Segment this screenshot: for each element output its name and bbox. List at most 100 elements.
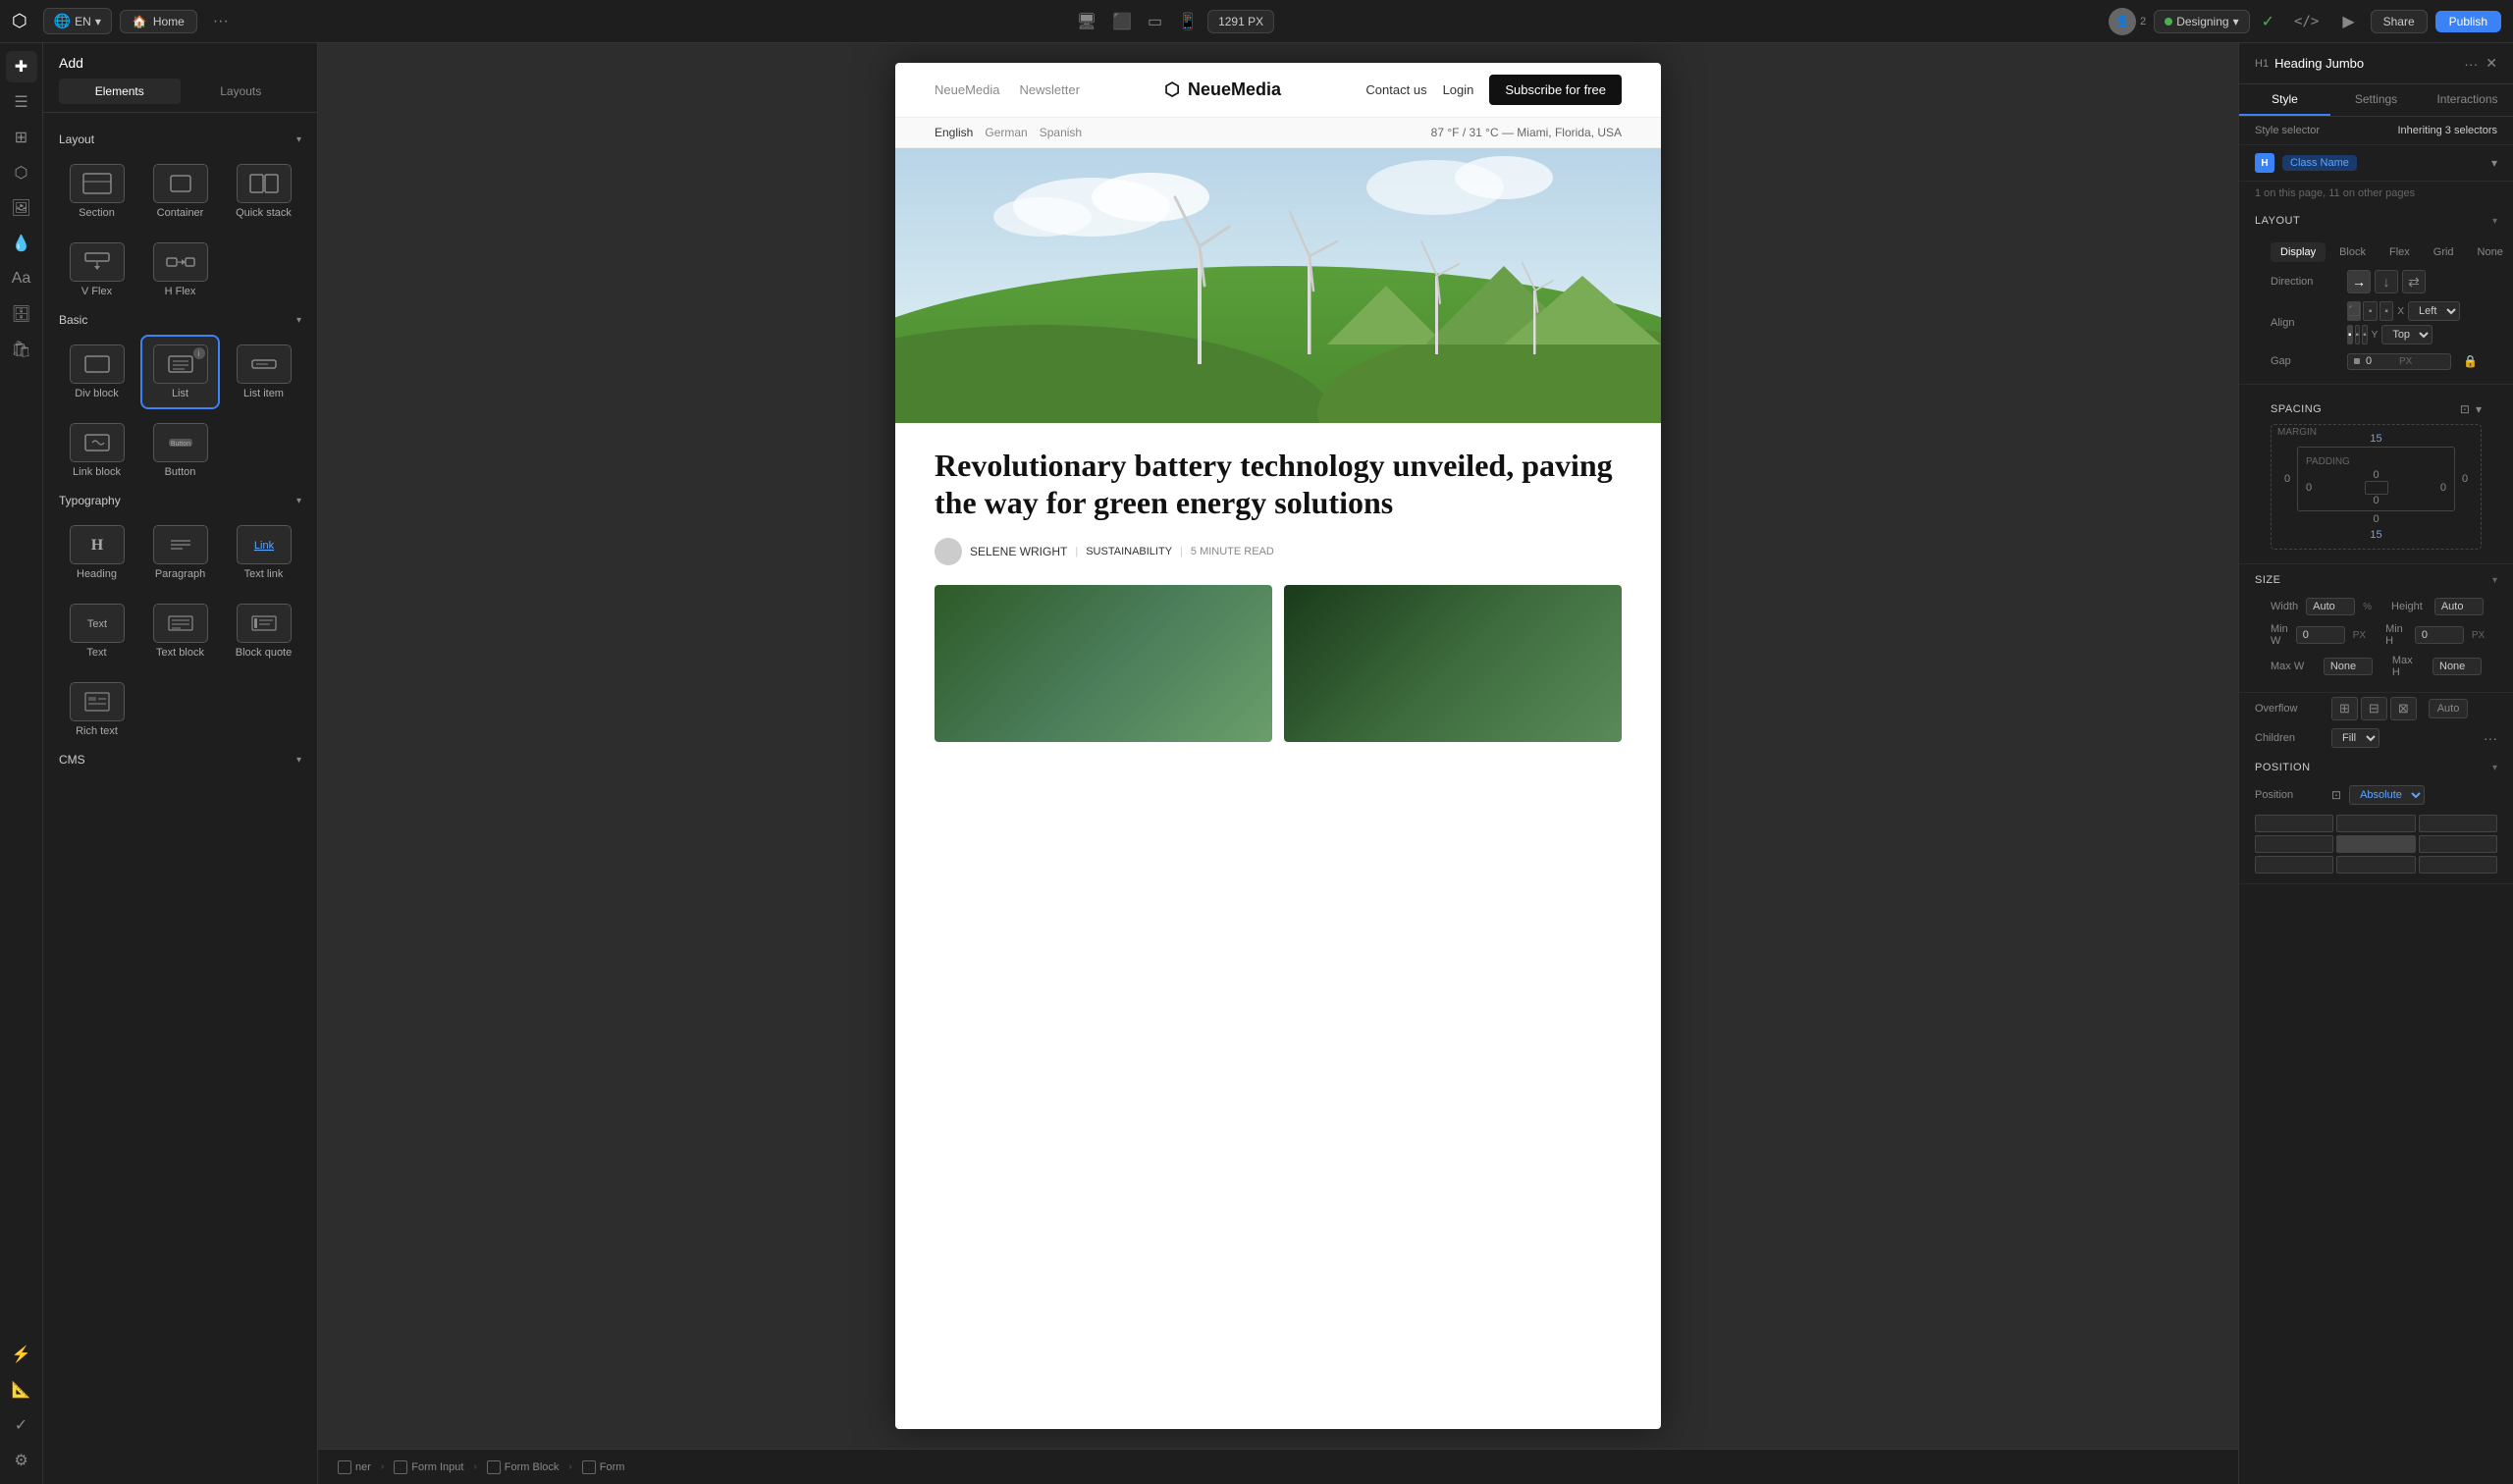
mobile-icon[interactable]: 📱 bbox=[1172, 8, 1203, 35]
textblock-element[interactable]: Text block bbox=[142, 596, 218, 666]
display-btn-display[interactable]: Display bbox=[2271, 242, 2326, 262]
children-select[interactable]: Fill bbox=[2331, 728, 2379, 748]
webflow-logo[interactable]: ⬡ bbox=[12, 11, 27, 31]
gap-lock-icon[interactable]: 🔒 bbox=[2459, 352, 2482, 370]
subscribe-button[interactable]: Subscribe for free bbox=[1489, 75, 1622, 105]
maxw-input[interactable] bbox=[2324, 658, 2373, 675]
nav-contact-link[interactable]: Contact us bbox=[1365, 82, 1426, 97]
align-vmid-icon[interactable]: ▪ bbox=[2355, 325, 2361, 344]
display-btn-block[interactable]: Block bbox=[2329, 242, 2376, 262]
align-right-icon[interactable]: ▪ bbox=[2379, 301, 2393, 321]
quickstack-element[interactable]: Quick stack bbox=[226, 156, 301, 227]
cms-icon[interactable]: 🗄 bbox=[6, 298, 37, 330]
tablet-landscape-icon[interactable]: ⬛ bbox=[1106, 8, 1138, 35]
navigator-icon[interactable]: ☰ bbox=[6, 86, 37, 118]
pos-btn-tl[interactable] bbox=[2255, 815, 2333, 832]
pos-btn-mr[interactable] bbox=[2419, 835, 2497, 853]
search-icon[interactable]: ⊞ bbox=[6, 122, 37, 153]
mode-selector[interactable]: Designing ▾ bbox=[2154, 10, 2249, 33]
class-dropdown-icon[interactable]: ▾ bbox=[2491, 156, 2497, 170]
minh-input[interactable] bbox=[2415, 626, 2464, 644]
divblock-element[interactable]: Div block bbox=[59, 337, 134, 407]
breakpoints-icon[interactable]: 📐 bbox=[6, 1374, 37, 1405]
add-elements-icon[interactable]: ✚ bbox=[6, 51, 37, 82]
padding-bottom[interactable]: 0 bbox=[2306, 495, 2446, 506]
pos-btn-mc[interactable] bbox=[2336, 835, 2415, 853]
textlink-element[interactable]: Link Text link bbox=[226, 517, 301, 588]
vflex-element[interactable]: V Flex bbox=[59, 235, 134, 305]
pos-btn-tr[interactable] bbox=[2419, 815, 2497, 832]
align-left-icon[interactable]: ⬛ bbox=[2347, 301, 2361, 321]
padding-right[interactable]: 0 bbox=[2440, 482, 2446, 494]
overflow-auto-btn[interactable]: Auto bbox=[2429, 699, 2469, 718]
padding-left[interactable]: 0 bbox=[2306, 482, 2312, 494]
breadcrumb-item-1[interactable]: ner bbox=[330, 1457, 379, 1478]
align-bottom-icon[interactable]: ▪ bbox=[2362, 325, 2368, 344]
typography-section-chevron[interactable]: ▾ bbox=[296, 496, 301, 506]
overflow-btn3[interactable]: ⊠ bbox=[2390, 697, 2417, 720]
dir-swap-icon[interactable]: ⇄ bbox=[2402, 270, 2426, 293]
basic-section-chevron[interactable]: ▾ bbox=[296, 315, 301, 326]
tab-interactions[interactable]: Interactions bbox=[2422, 84, 2513, 116]
spacing-icon1[interactable]: ⊡ bbox=[2460, 402, 2470, 416]
tab-elements[interactable]: Elements bbox=[59, 79, 181, 104]
gap-value-input[interactable] bbox=[2366, 355, 2395, 367]
checklist-icon[interactable]: ✓ bbox=[6, 1409, 37, 1441]
heading-element[interactable]: H Heading bbox=[59, 517, 134, 588]
settings-icon[interactable]: ⚙ bbox=[6, 1445, 37, 1476]
styles-icon[interactable]: 💧 bbox=[6, 228, 37, 259]
language-selector[interactable]: 🌐 EN ▾ bbox=[43, 8, 112, 34]
margin-right[interactable]: 0 bbox=[2455, 473, 2475, 485]
nav-newsletter-link[interactable]: Newsletter bbox=[1020, 82, 1080, 97]
ecomm-icon[interactable]: 🛍 bbox=[6, 334, 37, 365]
padding-top[interactable]: 0 bbox=[2306, 469, 2446, 481]
align-top-icon[interactable]: ▪ bbox=[2347, 325, 2353, 344]
panel-more-icon[interactable]: ··· bbox=[2464, 56, 2478, 72]
align-center-icon[interactable]: ▪ bbox=[2363, 301, 2377, 321]
lang-german[interactable]: German bbox=[985, 126, 1027, 139]
display-btn-flex[interactable]: Flex bbox=[2379, 242, 2420, 262]
desktop-icon[interactable]: 🖥 bbox=[1071, 8, 1102, 35]
preview-icon[interactable]: ▶ bbox=[2334, 8, 2362, 35]
button-element[interactable]: Button Button bbox=[142, 415, 218, 486]
height-input[interactable] bbox=[2434, 598, 2484, 615]
children-more-icon[interactable]: ··· bbox=[2484, 730, 2497, 746]
margin-left[interactable]: 0 bbox=[2277, 473, 2297, 485]
more-options[interactable]: ··· bbox=[205, 9, 237, 34]
spacing-chevron[interactable]: ▾ bbox=[2476, 402, 2482, 416]
hflex-element[interactable]: H Flex bbox=[142, 235, 218, 305]
publish-button[interactable]: Publish bbox=[2435, 11, 2501, 32]
minw-input[interactable] bbox=[2296, 626, 2345, 644]
overflow-btn2[interactable]: ⊟ bbox=[2361, 697, 2387, 720]
tablet-portrait-icon[interactable]: ▭ bbox=[1142, 8, 1168, 35]
text-element[interactable]: Text Text bbox=[59, 596, 134, 666]
lang-english[interactable]: English bbox=[935, 126, 973, 139]
breadcrumb-item-3[interactable]: Form Block bbox=[479, 1457, 567, 1478]
width-input[interactable] bbox=[2306, 598, 2355, 615]
position-chevron[interactable]: ▾ bbox=[2492, 763, 2497, 773]
share-button[interactable]: Share bbox=[2371, 10, 2428, 33]
class-name-tag[interactable]: Class Name bbox=[2282, 155, 2357, 171]
tab-settings[interactable]: Settings bbox=[2330, 84, 2422, 116]
align-y-select[interactable]: Top bbox=[2381, 325, 2433, 344]
section-element[interactable]: Section bbox=[59, 156, 134, 227]
position-select[interactable]: Absolute bbox=[2349, 785, 2425, 805]
components-icon[interactable]: ⬡ bbox=[6, 157, 37, 188]
code-view-icon[interactable]: </> bbox=[2286, 10, 2326, 33]
tab-style[interactable]: Style bbox=[2239, 84, 2330, 116]
pos-btn-bc[interactable] bbox=[2336, 856, 2415, 874]
display-btn-grid[interactable]: Grid bbox=[2424, 242, 2464, 262]
pos-btn-bl[interactable] bbox=[2255, 856, 2333, 874]
align-x-select[interactable]: Left bbox=[2408, 301, 2460, 321]
display-btn-none[interactable]: None bbox=[2468, 242, 2513, 262]
container-element[interactable]: Container bbox=[142, 156, 218, 227]
layout-section-chevron[interactable]: ▾ bbox=[296, 134, 301, 145]
margin-bottom-0[interactable]: 0 bbox=[2277, 511, 2475, 527]
interactions-icon[interactable]: ⚡ bbox=[6, 1339, 37, 1370]
richtext-element[interactable]: Rich text bbox=[59, 674, 134, 745]
pos-btn-ml[interactable] bbox=[2255, 835, 2333, 853]
paragraph-element[interactable]: Paragraph bbox=[142, 517, 218, 588]
home-button[interactable]: 🏠 Home bbox=[120, 10, 197, 33]
dir-down-icon[interactable]: ↓ bbox=[2375, 270, 2398, 293]
blockquote-element[interactable]: Block quote bbox=[226, 596, 301, 666]
